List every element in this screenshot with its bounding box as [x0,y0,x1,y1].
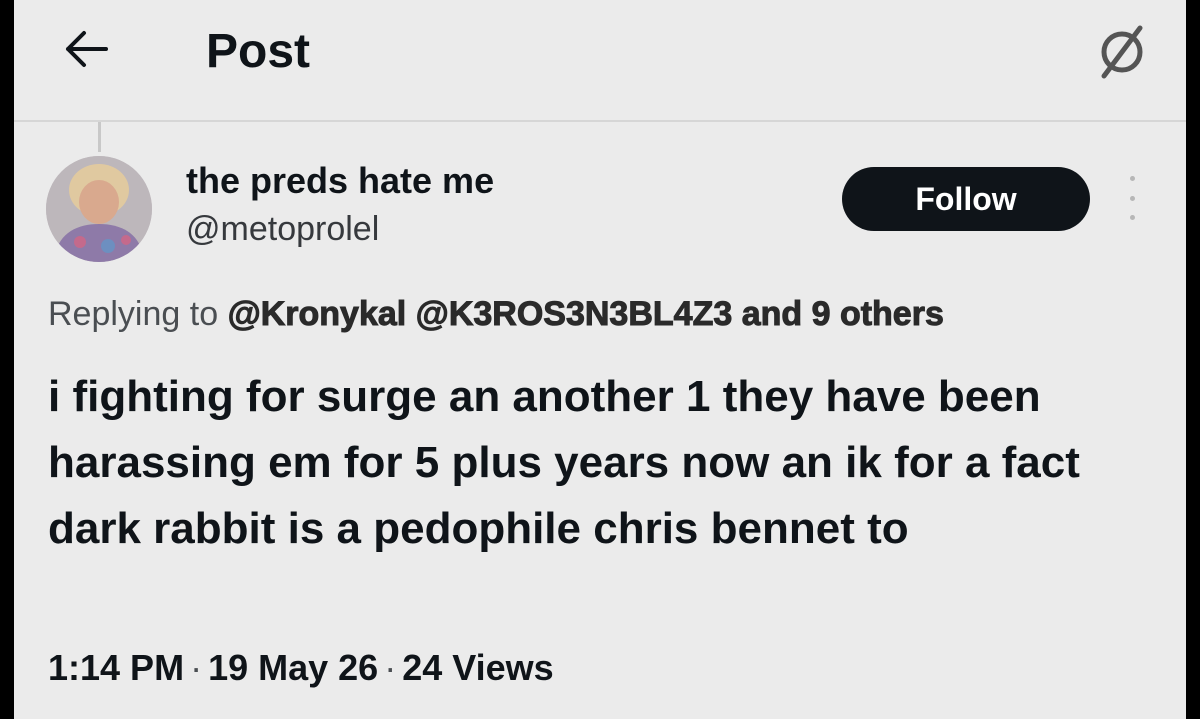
avatar[interactable] [46,156,152,262]
grok-slash-icon[interactable] [1090,18,1154,82]
follow-button[interactable]: Follow [842,167,1090,231]
page-title: Post [206,25,311,78]
mention-link[interactable]: @Kronykal [227,295,407,334]
post-header: Post [14,0,1186,122]
post-date[interactable]: 19 May 26 [208,647,378,688]
post-screen: Post the preds hate me @metoprolel Follo… [14,0,1186,719]
post-time[interactable]: 1:14 PM [48,647,184,688]
author-handle[interactable]: @metoprolel [186,208,379,250]
author-display-name[interactable]: the preds hate me [186,160,494,202]
arrow-left-icon[interactable] [64,26,110,72]
mention-link[interactable]: @K3ROS3N3BL4Z3 [415,295,733,334]
more-options-icon[interactable] [1122,176,1142,220]
replying-to-line: Replying to @Kronykal @K3ROS3N3BL4Z3 and… [48,292,944,336]
mention-others-link[interactable]: and 9 others [741,295,944,334]
post-meta: 1:14 PM · 19 May 26 · 24 Views [48,640,554,696]
thread-connector-line [98,122,101,152]
post-views[interactable]: 24 Views [402,647,553,688]
meta-separator: · [190,647,203,688]
replying-prefix: Replying to [48,295,219,333]
post-body-text: i fighting for surge an another 1 they h… [48,372,1080,553]
meta-separator: · [384,647,397,688]
